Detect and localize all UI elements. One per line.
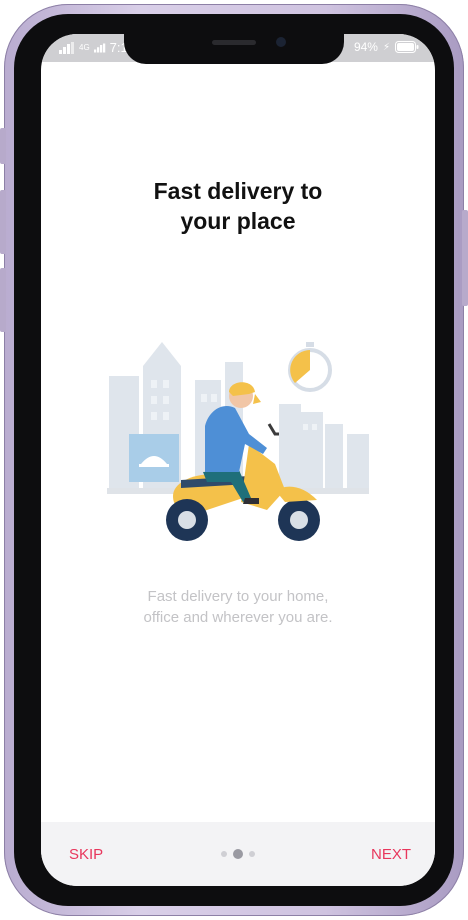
side-button — [0, 190, 6, 254]
delivery-illustration — [107, 342, 369, 541]
page-dot[interactable] — [221, 851, 227, 857]
next-button[interactable]: NEXT — [371, 846, 411, 863]
speaker — [212, 40, 256, 45]
charging-icon: ⚡ — [382, 41, 390, 53]
side-button — [0, 128, 6, 164]
app-screen: 4G 7:19 94% ⚡ Fast delivery to your plac… — [41, 34, 435, 886]
signal-icon — [59, 41, 74, 54]
onboarding-title: Fast delivery to your place — [153, 178, 323, 234]
battery-percent: 94% — [353, 40, 378, 54]
page-dot[interactable] — [249, 851, 255, 857]
battery-icon — [395, 41, 419, 53]
stopwatch-icon — [288, 342, 332, 392]
notch — [124, 34, 344, 64]
onboarding-subtitle: Fast delivery to your home, office and w… — [143, 588, 333, 626]
network-type: 4G — [79, 43, 90, 52]
front-camera — [276, 37, 286, 47]
signal-icon — [93, 43, 105, 52]
side-button — [462, 210, 468, 306]
page-indicator — [221, 849, 255, 859]
side-button — [0, 268, 6, 332]
page-dot-active[interactable] — [233, 849, 243, 859]
onboarding-footer: SKIP NEXT — [41, 822, 435, 886]
skip-button[interactable]: SKIP — [69, 846, 103, 863]
